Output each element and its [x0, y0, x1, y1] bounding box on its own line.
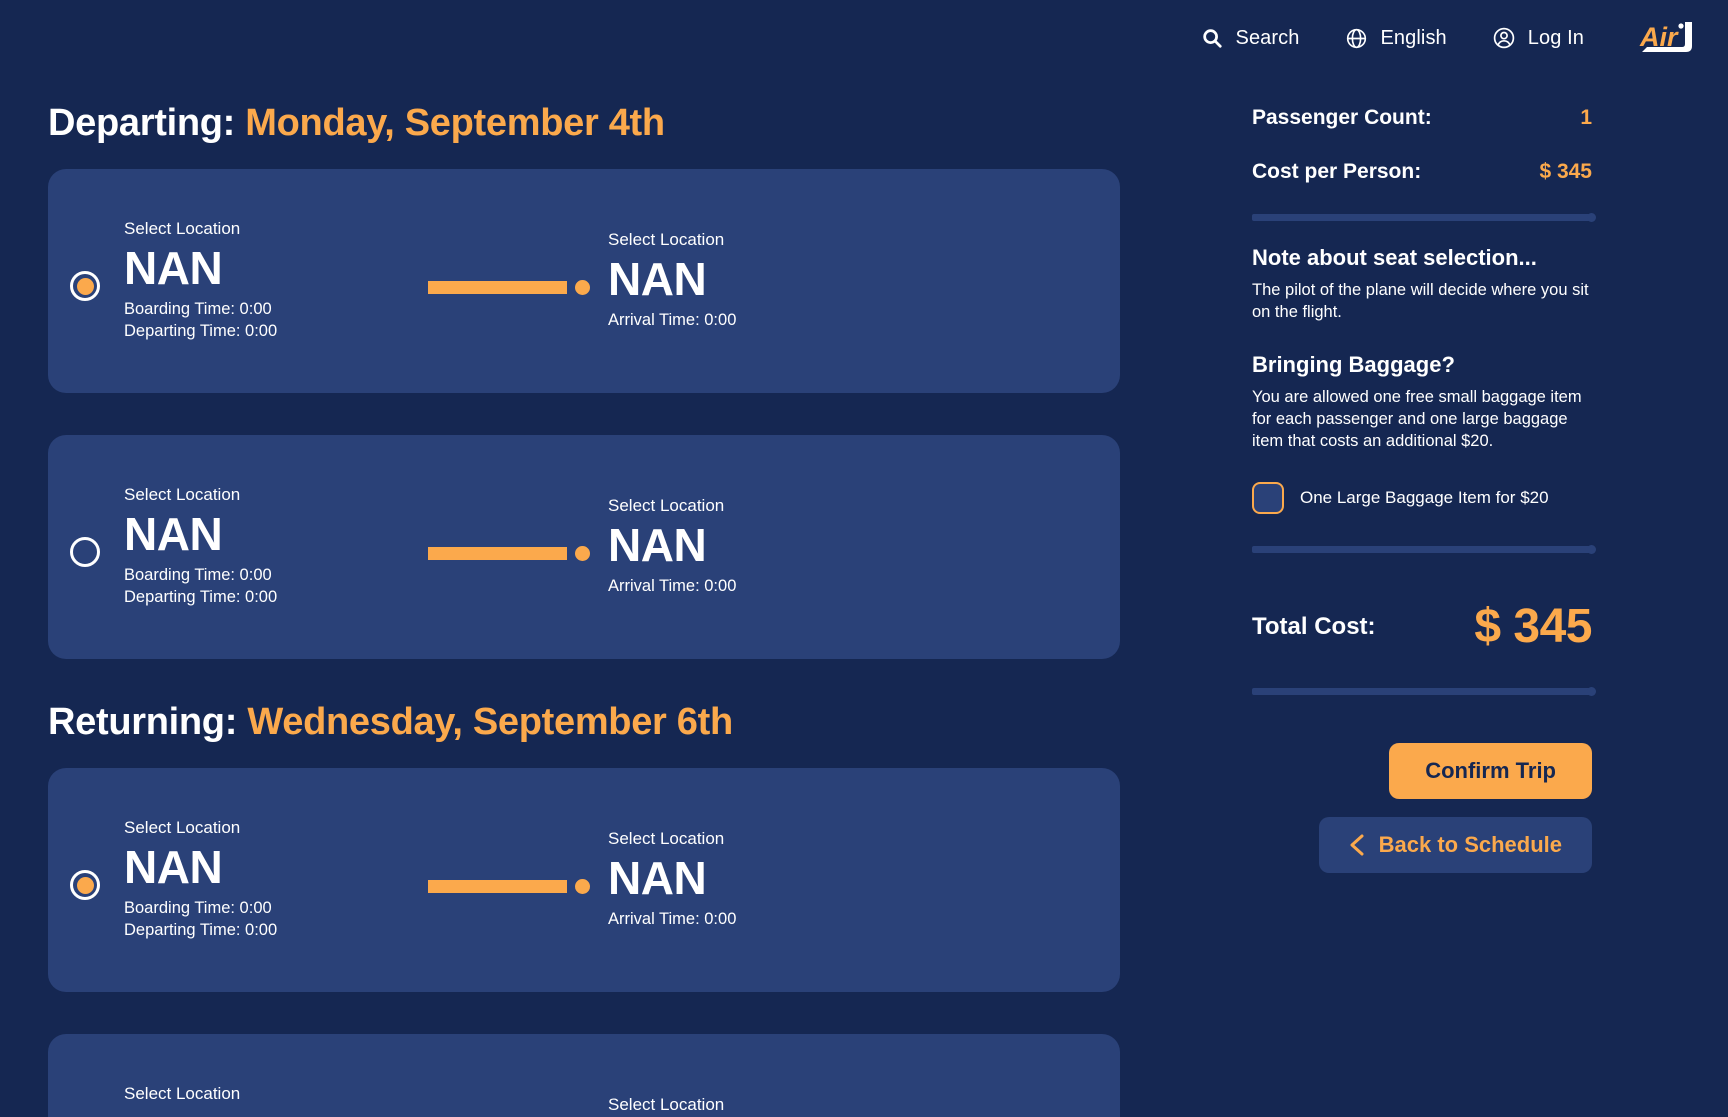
large-baggage-checkbox[interactable] — [1252, 482, 1284, 515]
flight-card[interactable]: Select Location NAN Boarding Time: 0:00 … — [48, 169, 1120, 393]
destination-leg: Select Location NAN Arrival Time: 0:00 — [608, 1095, 908, 1117]
destination-airport-code[interactable]: NAN — [608, 855, 908, 902]
divider-dot — [1587, 213, 1596, 222]
origin-select-label[interactable]: Select Location — [124, 818, 424, 838]
divider-bar — [1252, 214, 1592, 221]
destination-arrival-time: Arrival Time: 0:00 — [608, 310, 737, 329]
destination-select-label[interactable]: Select Location — [608, 1095, 908, 1115]
passenger-count-label: Passenger Count: — [1252, 106, 1432, 129]
destination-select-label[interactable]: Select Location — [608, 230, 908, 250]
departing-heading: Departing: Monday, September 4th — [48, 102, 1120, 145]
nav-login-label: Log In — [1527, 26, 1584, 49]
airj-logo[interactable]: Air — [1636, 16, 1698, 60]
returning-heading: Returning: Wednesday, September 6th — [48, 701, 1120, 744]
flight-card[interactable]: Select Location NAN Boarding Time: 0:00 … — [48, 768, 1120, 992]
nav-language[interactable]: English — [1343, 25, 1447, 51]
section-divider — [1252, 687, 1596, 697]
origin-leg: Select Location NAN Boarding Time: 0:00 … — [124, 219, 424, 343]
baggage-body: You are allowed one free small baggage i… — [1252, 387, 1582, 451]
origin-select-label[interactable]: Select Location — [124, 219, 424, 239]
seat-note-body: The pilot of the plane will decide where… — [1252, 281, 1589, 322]
section-divider — [1252, 213, 1596, 222]
cost-per-person-value: $ 345 — [1539, 160, 1592, 183]
nav-search[interactable]: Search — [1199, 25, 1300, 51]
flight-card[interactable]: Select Location NAN Boarding Time: 0:00 … — [48, 435, 1120, 659]
destination-airport-code[interactable]: NAN — [608, 522, 908, 569]
total-cost-label: Total Cost: — [1252, 612, 1376, 640]
flight-select-radio[interactable] — [70, 537, 100, 567]
departing-date: Monday, September 4th — [245, 102, 665, 144]
destination-leg: Select Location NAN Arrival Time: 0:00 — [608, 496, 908, 598]
origin-airport-code[interactable]: NAN — [124, 511, 424, 558]
globe-icon — [1343, 25, 1369, 51]
origin-leg: Select Location NAN Boarding Time: 0:00 … — [124, 485, 424, 609]
back-to-schedule-button[interactable]: Back to Schedule — [1318, 817, 1592, 874]
origin-departing-time: Departing Time: 0:00 — [124, 587, 278, 606]
route-line — [428, 280, 567, 294]
cost-per-person-label: Cost per Person: — [1252, 160, 1422, 183]
route-connector — [428, 545, 590, 561]
route-endpoint-dot — [575, 878, 590, 894]
origin-airport-code[interactable]: NAN — [124, 1110, 424, 1117]
seat-note-title: Note about seat selection... — [1252, 245, 1537, 270]
destination-select-label[interactable]: Select Location — [608, 496, 908, 516]
returning-date: Wednesday, September 6th — [247, 701, 733, 743]
origin-boarding-time: Boarding Time: 0:00 — [124, 300, 272, 319]
passenger-count-row: Passenger Count: 1 — [1252, 106, 1592, 130]
flight-select-radio[interactable] — [70, 870, 100, 900]
total-cost-value: $ 345 — [1474, 600, 1592, 654]
top-navigation-bar: Search English Log In Air — [0, 0, 1728, 76]
divider-bar — [1252, 688, 1592, 696]
total-cost-row: Total Cost: $ 345 — [1252, 599, 1592, 654]
destination-arrival-time: Arrival Time: 0:00 — [608, 576, 737, 595]
nav-language-label: English — [1380, 26, 1447, 49]
flight-card[interactable]: Select Location NAN Boarding Time: 0:00 … — [48, 1034, 1120, 1117]
flight-select-radio[interactable] — [70, 271, 100, 301]
section-divider — [1252, 545, 1596, 555]
chevron-left-icon — [1349, 833, 1365, 857]
nav-search-label: Search — [1235, 26, 1300, 49]
origin-airport-code[interactable]: NAN — [124, 844, 424, 891]
passenger-count-value: 1 — [1580, 106, 1592, 129]
svg-text:Air: Air — [1639, 22, 1679, 52]
large-baggage-checkbox-label: One Large Baggage Item for $20 — [1300, 488, 1549, 508]
route-line — [428, 879, 567, 893]
confirm-trip-button[interactable]: Confirm Trip — [1389, 743, 1592, 800]
action-buttons: Confirm Trip Back to Schedule — [1252, 743, 1592, 874]
cost-per-person-row: Cost per Person: $ 345 — [1252, 160, 1592, 184]
route-connector — [428, 878, 590, 894]
destination-leg: Select Location NAN Arrival Time: 0:00 — [608, 829, 908, 931]
destination-leg: Select Location NAN Arrival Time: 0:00 — [608, 230, 908, 332]
baggage-title: Bringing Baggage? — [1252, 351, 1455, 377]
origin-select-label[interactable]: Select Location — [124, 485, 424, 505]
returning-label: Returning: — [48, 701, 238, 743]
route-endpoint-dot — [575, 545, 590, 561]
baggage-checkbox-row[interactable]: One Large Baggage Item for $20 — [1252, 482, 1592, 515]
origin-departing-time: Departing Time: 0:00 — [124, 321, 278, 340]
flights-column: Departing: Monday, September 4th Select … — [48, 76, 1120, 1117]
route-endpoint-dot — [575, 279, 590, 295]
divider-bar — [1252, 546, 1592, 554]
origin-airport-code[interactable]: NAN — [124, 245, 424, 292]
trip-summary-sidebar: Passenger Count: 1 Cost per Person: $ 34… — [1252, 76, 1596, 874]
back-to-schedule-label: Back to Schedule — [1378, 832, 1562, 858]
destination-select-label[interactable]: Select Location — [608, 829, 908, 849]
departing-label: Departing: — [48, 102, 236, 144]
nav-login[interactable]: Log In — [1491, 25, 1584, 51]
main-content: Departing: Monday, September 4th Select … — [0, 76, 1728, 1117]
destination-arrival-time: Arrival Time: 0:00 — [608, 909, 737, 928]
search-icon — [1199, 25, 1225, 51]
route-connector — [428, 279, 590, 295]
origin-leg: Select Location NAN Boarding Time: 0:00 … — [124, 1084, 424, 1117]
divider-dot — [1587, 687, 1596, 697]
route-line — [428, 546, 567, 560]
origin-boarding-time: Boarding Time: 0:00 — [124, 566, 272, 585]
destination-airport-code[interactable]: NAN — [608, 256, 908, 303]
divider-dot — [1587, 545, 1596, 555]
origin-select-label[interactable]: Select Location — [124, 1084, 424, 1104]
origin-departing-time: Departing Time: 0:00 — [124, 920, 278, 939]
origin-boarding-time: Boarding Time: 0:00 — [124, 899, 272, 918]
user-circle-icon — [1491, 25, 1517, 51]
origin-leg: Select Location NAN Boarding Time: 0:00 … — [124, 818, 424, 942]
